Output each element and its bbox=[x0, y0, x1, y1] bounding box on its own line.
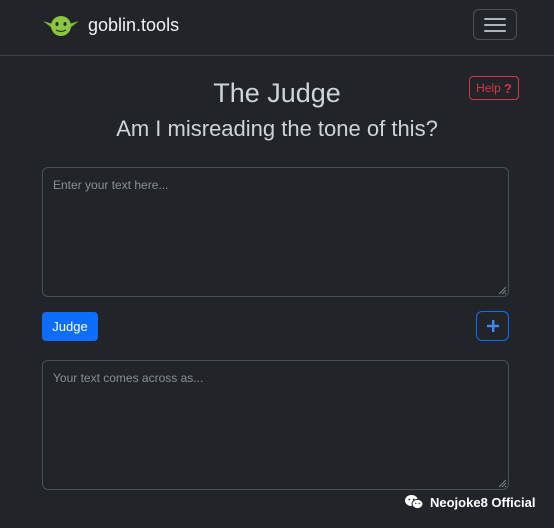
judge-button[interactable]: Judge bbox=[42, 312, 98, 341]
wechat-icon bbox=[405, 495, 424, 510]
watermark-text: Neojoke8 Official bbox=[430, 494, 536, 510]
hamburger-menu-icon bbox=[484, 17, 506, 32]
help-label: Help bbox=[476, 81, 501, 95]
goblin-head-icon bbox=[43, 16, 79, 36]
navbar: goblin.tools bbox=[0, 0, 554, 56]
page-subtitle: Am I misreading the tone of this? bbox=[116, 116, 438, 141]
menu-toggle-button[interactable] bbox=[473, 9, 517, 40]
add-options-button[interactable] bbox=[476, 311, 509, 341]
watermark: Neojoke8 Official bbox=[404, 494, 535, 510]
question-mark-icon: ? bbox=[503, 80, 512, 96]
help-button[interactable]: Help ? bbox=[469, 76, 519, 100]
brand-name: goblin.tools bbox=[88, 15, 180, 35]
plus-icon bbox=[486, 320, 499, 332]
brand-link[interactable]: goblin.tools bbox=[42, 12, 179, 38]
result-output[interactable] bbox=[42, 360, 509, 490]
text-input[interactable] bbox=[42, 167, 509, 297]
